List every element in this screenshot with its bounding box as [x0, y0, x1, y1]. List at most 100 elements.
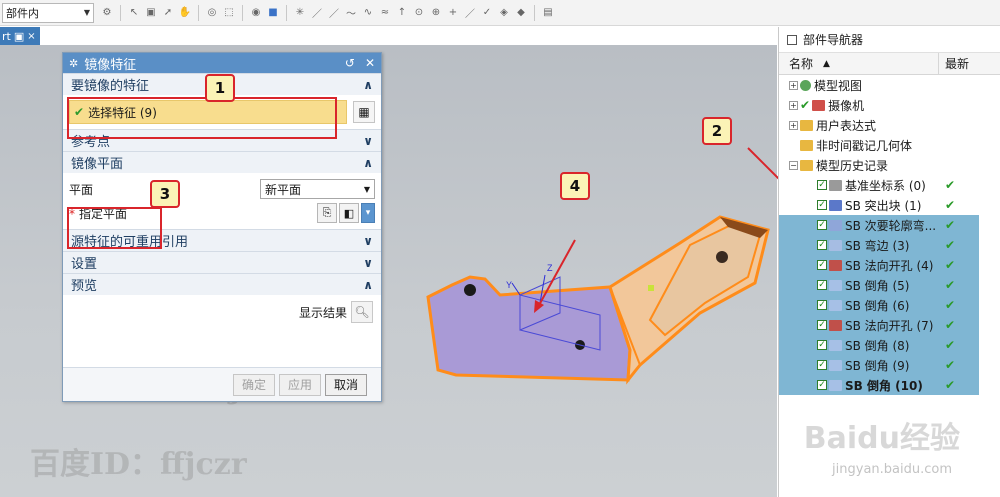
checkbox-icon[interactable]: ✓: [817, 320, 827, 330]
line-icon[interactable]: ／: [327, 6, 341, 20]
close-icon[interactable]: ×: [27, 31, 35, 42]
lasso-icon[interactable]: ◎: [205, 6, 219, 20]
cursor-icon[interactable]: ➚: [161, 6, 175, 20]
latest-indicator: ✔: [945, 178, 956, 192]
tree-row[interactable]: ✓ SB 倒角 (8) ✔: [779, 335, 1000, 355]
feature-select-icon[interactable]: ▦: [353, 101, 375, 123]
collapse-icon[interactable]: −: [789, 160, 798, 170]
tree-row[interactable]: ✓ SB 倒角 (6) ✔: [779, 295, 1000, 315]
tree-row[interactable]: − 模型历史记录: [779, 155, 1000, 175]
tree-row[interactable]: ✓ SB 倒角 (10) ✔: [779, 375, 1000, 395]
filter-icon[interactable]: ⚙: [100, 6, 114, 20]
tree-row[interactable]: + 用户表达式: [779, 115, 1000, 135]
line-icon[interactable]: ／: [310, 6, 324, 20]
spline-icon[interactable]: ∿: [361, 6, 375, 20]
section-preview[interactable]: 预览 ∧: [63, 273, 381, 295]
wave-icon[interactable]: ≈: [378, 6, 392, 20]
callout-2: 2: [702, 117, 732, 145]
layers-icon[interactable]: ◆: [514, 6, 528, 20]
plane-label: 平面: [69, 182, 94, 197]
tree-row[interactable]: ✓ 基准坐标系 (0) ✔: [779, 175, 1000, 195]
circle-icon[interactable]: ⊙: [412, 6, 426, 20]
latest-indicator: ✔: [939, 275, 979, 295]
y-axis-label: Y: [506, 280, 512, 290]
checkbox-icon[interactable]: ✓: [817, 200, 827, 210]
tree-row[interactable]: 非时间戳记几何体: [779, 135, 1000, 155]
section-settings[interactable]: 设置 ∨: [63, 251, 381, 273]
cube-icon[interactable]: ■: [266, 6, 280, 20]
arrow-up-icon[interactable]: ↑: [395, 6, 409, 20]
checkbox-icon[interactable]: ✓: [817, 180, 827, 190]
section-label: 设置: [71, 257, 98, 272]
toolbar-icons: ⚙ ↖ ▣ ➚ ✋ ◎ ⬚ ◉ ■ ✳ ／ ／ 〜 ∿ ≈ ↑ ⊙ ⊕ + ／ …: [100, 4, 555, 21]
tree-row[interactable]: + ✔ 摄像机: [779, 95, 1000, 115]
tree-row[interactable]: ✓ SB 法向开孔 (7) ✔: [779, 315, 1000, 335]
checkbox-icon[interactable]: ✓: [817, 360, 827, 370]
section-mirror-plane[interactable]: 镜像平面 ∧: [63, 151, 381, 173]
column-name[interactable]: 名称 ▲: [779, 53, 939, 74]
book-icon[interactable]: ▤: [541, 6, 555, 20]
snap-icon[interactable]: ↖: [127, 6, 141, 20]
latest-indicator: ✔: [939, 315, 979, 335]
column-latest[interactable]: 最新: [939, 55, 969, 72]
curve-icon[interactable]: 〜: [344, 6, 358, 20]
ok-button[interactable]: 确定: [232, 373, 275, 396]
chevron-down-icon[interactable]: ▾: [361, 203, 375, 223]
normal-cutout-icon: [829, 259, 842, 271]
close-icon[interactable]: ✕: [365, 56, 375, 70]
tree-row[interactable]: ✓ SB 次要轮廓弯... ✔: [779, 215, 1000, 235]
marker: [648, 285, 654, 291]
reset-icon[interactable]: ↺: [345, 56, 355, 70]
expand-icon[interactable]: +: [789, 80, 798, 90]
toolbar-divider: [286, 4, 287, 21]
highlight-specify-plane: [67, 207, 162, 249]
tree-row[interactable]: ✓ SB 法向开孔 (4) ✔: [779, 255, 1000, 275]
rectangle-select-icon[interactable]: ⬚: [222, 6, 236, 20]
search-icon[interactable]: 🔍︎: [351, 301, 373, 323]
checkbox-icon[interactable]: ✓: [817, 220, 827, 230]
baidu-url: jingyan.baidu.com: [832, 462, 952, 477]
checkbox-icon[interactable]: ✓: [817, 340, 827, 350]
chevron-down-icon: ∨: [363, 233, 373, 248]
latest-indicator: ✔: [945, 198, 956, 212]
cancel-button[interactable]: 取消: [324, 373, 367, 396]
check-icon[interactable]: ✓: [480, 6, 494, 20]
checkbox-icon[interactable]: ✓: [817, 240, 827, 250]
tree-row[interactable]: + 模型视图: [779, 75, 1000, 95]
plane-type-dropdown[interactable]: 新平面 ▼: [260, 179, 375, 199]
target-icon[interactable]: ◈: [497, 6, 511, 20]
plane-dialog-icon[interactable]: ⎘: [317, 203, 337, 223]
select-icon[interactable]: ▣: [144, 6, 158, 20]
tree-label: 模型历史记录: [816, 158, 889, 173]
plus-icon[interactable]: +: [446, 6, 460, 20]
checkbox-icon[interactable]: ✓: [817, 380, 827, 390]
point-snap-icon[interactable]: ✳: [293, 6, 307, 20]
line-icon[interactable]: ／: [463, 6, 477, 20]
checkbox-icon[interactable]: ✓: [817, 280, 827, 290]
hand-icon[interactable]: ✋: [178, 6, 192, 20]
folder-icon: [800, 139, 813, 151]
top-toolbar: 部件内 ▼ ⚙ ↖ ▣ ➚ ✋ ◎ ⬚ ◉ ■ ✳ ／ ／ 〜 ∿ ≈ ↑ ⊙ …: [0, 0, 1000, 26]
selection-filter-dropdown[interactable]: 部件内 ▼: [2, 2, 94, 23]
part-navigator[interactable]: 部件导航器 名称 ▲ 最新 + 模型视图 + ✔ 摄像机 + 用户表达式 非时间戳记几何…: [778, 27, 1000, 497]
checkbox-icon[interactable]: ✓: [817, 260, 827, 270]
tree-label: 摄像机: [828, 98, 865, 113]
expand-icon[interactable]: +: [789, 100, 798, 110]
checkbox-icon[interactable]: ✓: [817, 300, 827, 310]
chevron-up-icon: ∧: [363, 277, 373, 292]
tree-row[interactable]: ✓ SB 弯边 (3) ✔: [779, 235, 1000, 255]
gear-icon: ✲: [69, 56, 79, 70]
apply-button[interactable]: 应用: [278, 373, 321, 396]
expand-icon[interactable]: +: [789, 120, 798, 130]
view-icon[interactable]: ◉: [249, 6, 263, 20]
section-label: 要镜像的特征: [71, 79, 150, 94]
tree-row[interactable]: ✓ SB 倒角 (5) ✔: [779, 275, 1000, 295]
model-views-icon: [800, 79, 811, 91]
tab-part[interactable]: rt ▣ ×: [0, 27, 40, 45]
chevron-down-icon: ∨: [363, 255, 373, 270]
tree-row[interactable]: ✓ SB 突出块 (1) ✔: [779, 195, 1000, 215]
circle-target-icon[interactable]: ⊕: [429, 6, 443, 20]
tree-row[interactable]: ✓ SB 倒角 (9) ✔: [779, 355, 1000, 375]
plane-inference-icon[interactable]: ◧: [339, 203, 359, 223]
dialog-title-bar[interactable]: ✲ 镜像特征 ↺ ✕: [63, 53, 381, 73]
